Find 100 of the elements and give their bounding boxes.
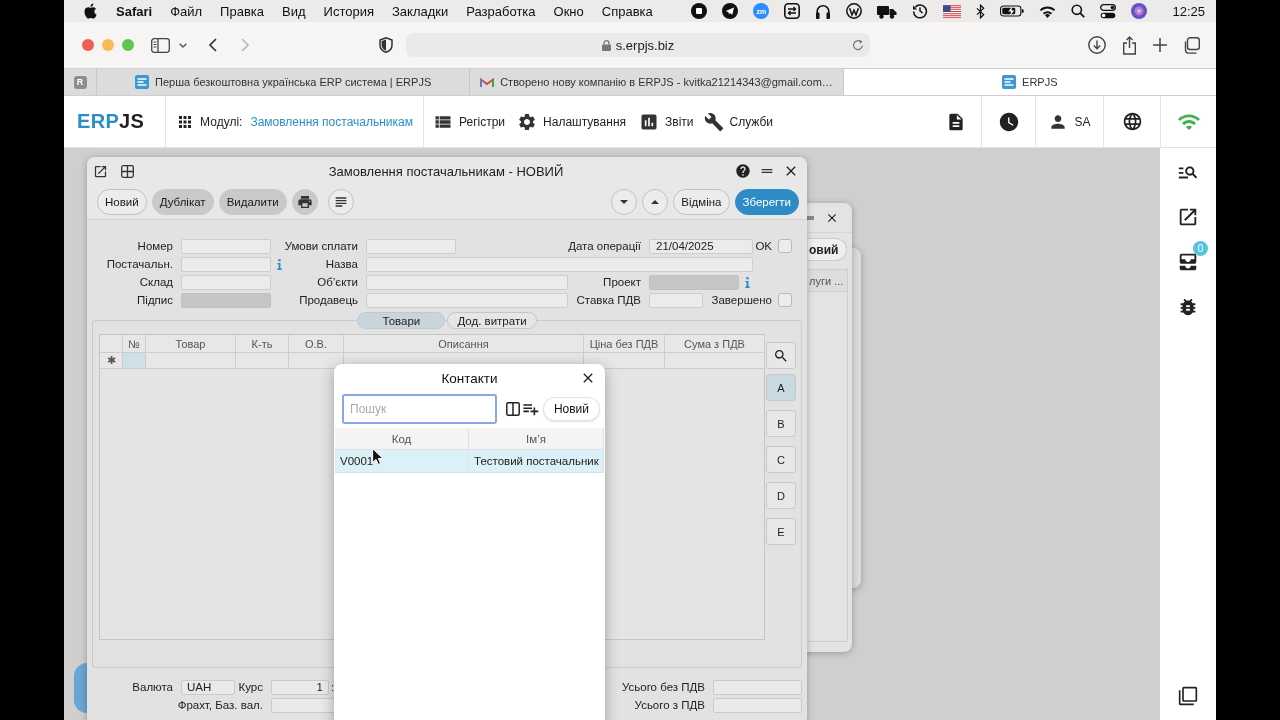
close-window-button[interactable] bbox=[82, 39, 94, 51]
search-field[interactable]: Пошук bbox=[342, 394, 497, 424]
orb-icon[interactable] bbox=[1131, 3, 1148, 19]
search-button[interactable] bbox=[766, 342, 796, 369]
column-header[interactable]: Товар bbox=[146, 335, 236, 353]
column-header[interactable]: Ім’я bbox=[469, 428, 604, 450]
tabs-overview-icon[interactable] bbox=[1183, 36, 1200, 54]
table-cell[interactable] bbox=[665, 353, 765, 369]
share-icon[interactable] bbox=[1122, 35, 1137, 55]
open-in-new-icon[interactable] bbox=[93, 163, 108, 179]
reload-icon[interactable] bbox=[852, 39, 864, 51]
shield-icon[interactable] bbox=[379, 37, 393, 53]
browser-tab[interactable]: ERPJS bbox=[842, 69, 1216, 95]
menu-item[interactable]: Закладки bbox=[392, 3, 449, 19]
battery-icon[interactable] bbox=[1000, 5, 1025, 17]
column-header[interactable]: Ціна без ПДВ bbox=[584, 335, 665, 353]
document-icon[interactable] bbox=[946, 111, 966, 132]
column-header[interactable]: О.В. bbox=[289, 335, 344, 353]
menu-item[interactable]: Файл bbox=[170, 3, 203, 19]
letter-filter-button[interactable]: B bbox=[766, 410, 796, 437]
wifi-icon[interactable] bbox=[1039, 4, 1057, 18]
nav-menu-item[interactable]: Налаштування bbox=[517, 111, 627, 132]
user-menu[interactable]: SA bbox=[1048, 111, 1091, 132]
info-icon[interactable] bbox=[277, 258, 282, 270]
lookup-field[interactable] bbox=[181, 256, 271, 272]
headphones-icon[interactable] bbox=[815, 3, 832, 19]
input-field[interactable] bbox=[649, 292, 703, 308]
column-header[interactable]: № bbox=[123, 335, 146, 353]
grid-icon[interactable] bbox=[121, 164, 134, 178]
down-button[interactable] bbox=[611, 188, 638, 215]
nav-menu-item[interactable]: Регістри bbox=[433, 111, 506, 132]
app-menu[interactable]: Safari bbox=[116, 3, 153, 19]
table-cell[interactable] bbox=[236, 353, 289, 369]
menu-button[interactable] bbox=[327, 188, 354, 215]
circle-logo-icon[interactable] bbox=[846, 3, 863, 19]
input-field[interactable] bbox=[713, 679, 802, 695]
new-button[interactable]: овий bbox=[808, 238, 847, 261]
nav-menu-item[interactable]: Звіти bbox=[639, 111, 694, 132]
table-cell[interactable]: V0001 bbox=[335, 450, 469, 473]
input-field[interactable] bbox=[366, 274, 568, 290]
send-icon[interactable] bbox=[722, 3, 739, 19]
info-icon[interactable] bbox=[745, 276, 750, 288]
input-field[interactable] bbox=[181, 238, 271, 254]
chevron-down-icon[interactable] bbox=[179, 42, 187, 48]
globe-icon[interactable] bbox=[1121, 111, 1143, 132]
checkbox[interactable] bbox=[778, 293, 792, 307]
section-tab[interactable]: Товари bbox=[357, 312, 446, 329]
input-field[interactable] bbox=[366, 292, 568, 308]
column-header[interactable]: Код bbox=[335, 428, 469, 450]
windows-icon[interactable] bbox=[1178, 686, 1198, 706]
new-button[interactable]: Новий bbox=[542, 397, 600, 421]
checkbox[interactable] bbox=[778, 239, 792, 253]
input-field[interactable] bbox=[181, 274, 271, 290]
toolbar-button[interactable]: Новий bbox=[97, 188, 147, 215]
menu-item[interactable]: Вид bbox=[282, 3, 306, 19]
flag-icon[interactable] bbox=[943, 4, 962, 18]
input-field[interactable]: 1 bbox=[271, 679, 329, 695]
help-icon[interactable] bbox=[735, 163, 751, 179]
address-field[interactable]: s.erpjs.biz bbox=[406, 33, 870, 57]
apple-icon[interactable] bbox=[84, 3, 97, 19]
letter-filter-button[interactable]: D bbox=[766, 482, 796, 509]
input-field[interactable] bbox=[366, 238, 456, 254]
menu-item[interactable]: Разработка bbox=[466, 3, 536, 19]
save-button[interactable]: Зберегти bbox=[734, 188, 799, 215]
table-cell[interactable] bbox=[146, 353, 236, 369]
letter-filter-button[interactable]: E bbox=[766, 518, 796, 545]
letter-filter-button[interactable]: C bbox=[766, 446, 796, 473]
stop-icon[interactable] bbox=[691, 3, 708, 19]
columns-icon[interactable] bbox=[506, 402, 520, 416]
table-cell[interactable] bbox=[123, 353, 146, 369]
back-icon[interactable] bbox=[209, 38, 217, 52]
toggles-icon[interactable] bbox=[1100, 3, 1117, 19]
input-field[interactable]: UAH bbox=[181, 679, 235, 695]
table-cell[interactable] bbox=[289, 353, 344, 369]
truck-icon[interactable] bbox=[877, 3, 898, 19]
list-tab[interactable]: луги ... bbox=[808, 269, 848, 292]
column-header[interactable]: К-ть bbox=[236, 335, 289, 353]
download-icon[interactable] bbox=[1088, 36, 1106, 54]
search-icon[interactable] bbox=[1071, 4, 1086, 18]
bluetooth-icon[interactable] bbox=[976, 3, 986, 19]
arrows-icon[interactable] bbox=[784, 3, 801, 19]
input-field[interactable]: 21/04/2025 bbox=[649, 238, 753, 254]
input-field[interactable] bbox=[366, 256, 753, 272]
menu-item[interactable]: Окно bbox=[553, 3, 584, 19]
app-logo[interactable]: ERPJS bbox=[77, 110, 145, 133]
clock-icon[interactable] bbox=[997, 110, 1020, 133]
toolbar-button[interactable]: Відміна bbox=[673, 188, 730, 215]
up-button[interactable] bbox=[642, 188, 669, 215]
inbox-icon[interactable] bbox=[1177, 251, 1199, 273]
menu-item[interactable]: Справка bbox=[601, 3, 653, 19]
history-icon[interactable] bbox=[912, 3, 929, 19]
menu-item[interactable]: Правка bbox=[220, 3, 265, 19]
module-link[interactable]: Замовлення постачальникам bbox=[250, 114, 413, 129]
menu-item[interactable]: История bbox=[323, 3, 374, 19]
section-tab[interactable]: Дод. витрати bbox=[447, 312, 537, 329]
column-header[interactable]: Сума з ПДВ bbox=[665, 335, 765, 353]
table-cell[interactable]: Тестовий постачальник bbox=[469, 450, 604, 473]
sidebar-icon[interactable] bbox=[151, 37, 170, 53]
nav-menu-item[interactable]: Служби bbox=[703, 111, 774, 132]
new-tab-icon[interactable] bbox=[1153, 38, 1167, 52]
